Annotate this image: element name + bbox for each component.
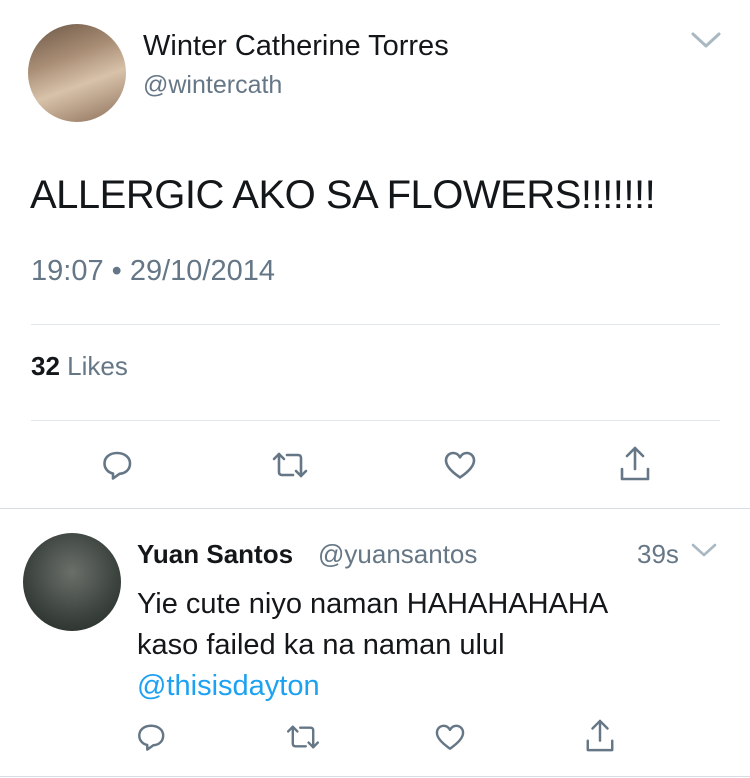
author-handle[interactable]: @wintercath xyxy=(143,71,282,100)
tweet-date: 29/10/2014 xyxy=(129,255,276,287)
likes-count: 32 xyxy=(31,351,60,381)
tweet-timestamp: 19:07 • 29/10/2014 xyxy=(31,255,275,288)
reply-timestamp: 39s xyxy=(637,539,679,569)
reply-author-avatar[interactable] xyxy=(23,533,121,631)
heart-icon[interactable] xyxy=(434,723,466,751)
chevron-down-icon[interactable] xyxy=(690,30,722,50)
divider xyxy=(31,420,720,421)
reply-text-line: kaso failed ka na naman ulul xyxy=(137,629,505,661)
reply-icon[interactable] xyxy=(101,449,133,481)
retweet-icon[interactable] xyxy=(271,451,309,479)
author-name[interactable]: Winter Catherine Torres xyxy=(143,30,449,63)
reply-author-handle[interactable]: @yuansantos xyxy=(318,539,477,570)
reply-author-name[interactable]: Yuan Santos xyxy=(137,539,293,570)
reply-mention-link[interactable]: @thisisdayton xyxy=(137,666,737,707)
divider xyxy=(31,324,720,325)
timestamp-separator: • xyxy=(111,255,122,287)
share-icon[interactable] xyxy=(584,718,616,754)
reply-icon[interactable] xyxy=(136,722,166,752)
chevron-down-icon[interactable] xyxy=(691,542,717,558)
retweet-icon[interactable] xyxy=(285,724,321,750)
heart-icon[interactable] xyxy=(443,450,477,480)
reply-text: Yie cute niyo naman HAHAHAHAHA kaso fail… xyxy=(137,584,737,707)
section-separator xyxy=(0,776,750,777)
likes-stat[interactable]: 32 Likes xyxy=(31,351,128,382)
share-icon[interactable] xyxy=(618,445,652,483)
tweet-text: ALLERGIC AKO SA FLOWERS!!!!!!! xyxy=(30,173,656,217)
tweet-time: 19:07 xyxy=(31,255,104,287)
likes-label: Likes xyxy=(67,351,128,381)
reply-text-line: Yie cute niyo naman HAHAHAHAHA xyxy=(137,588,609,620)
section-separator xyxy=(0,508,750,509)
author-avatar[interactable] xyxy=(28,24,126,122)
